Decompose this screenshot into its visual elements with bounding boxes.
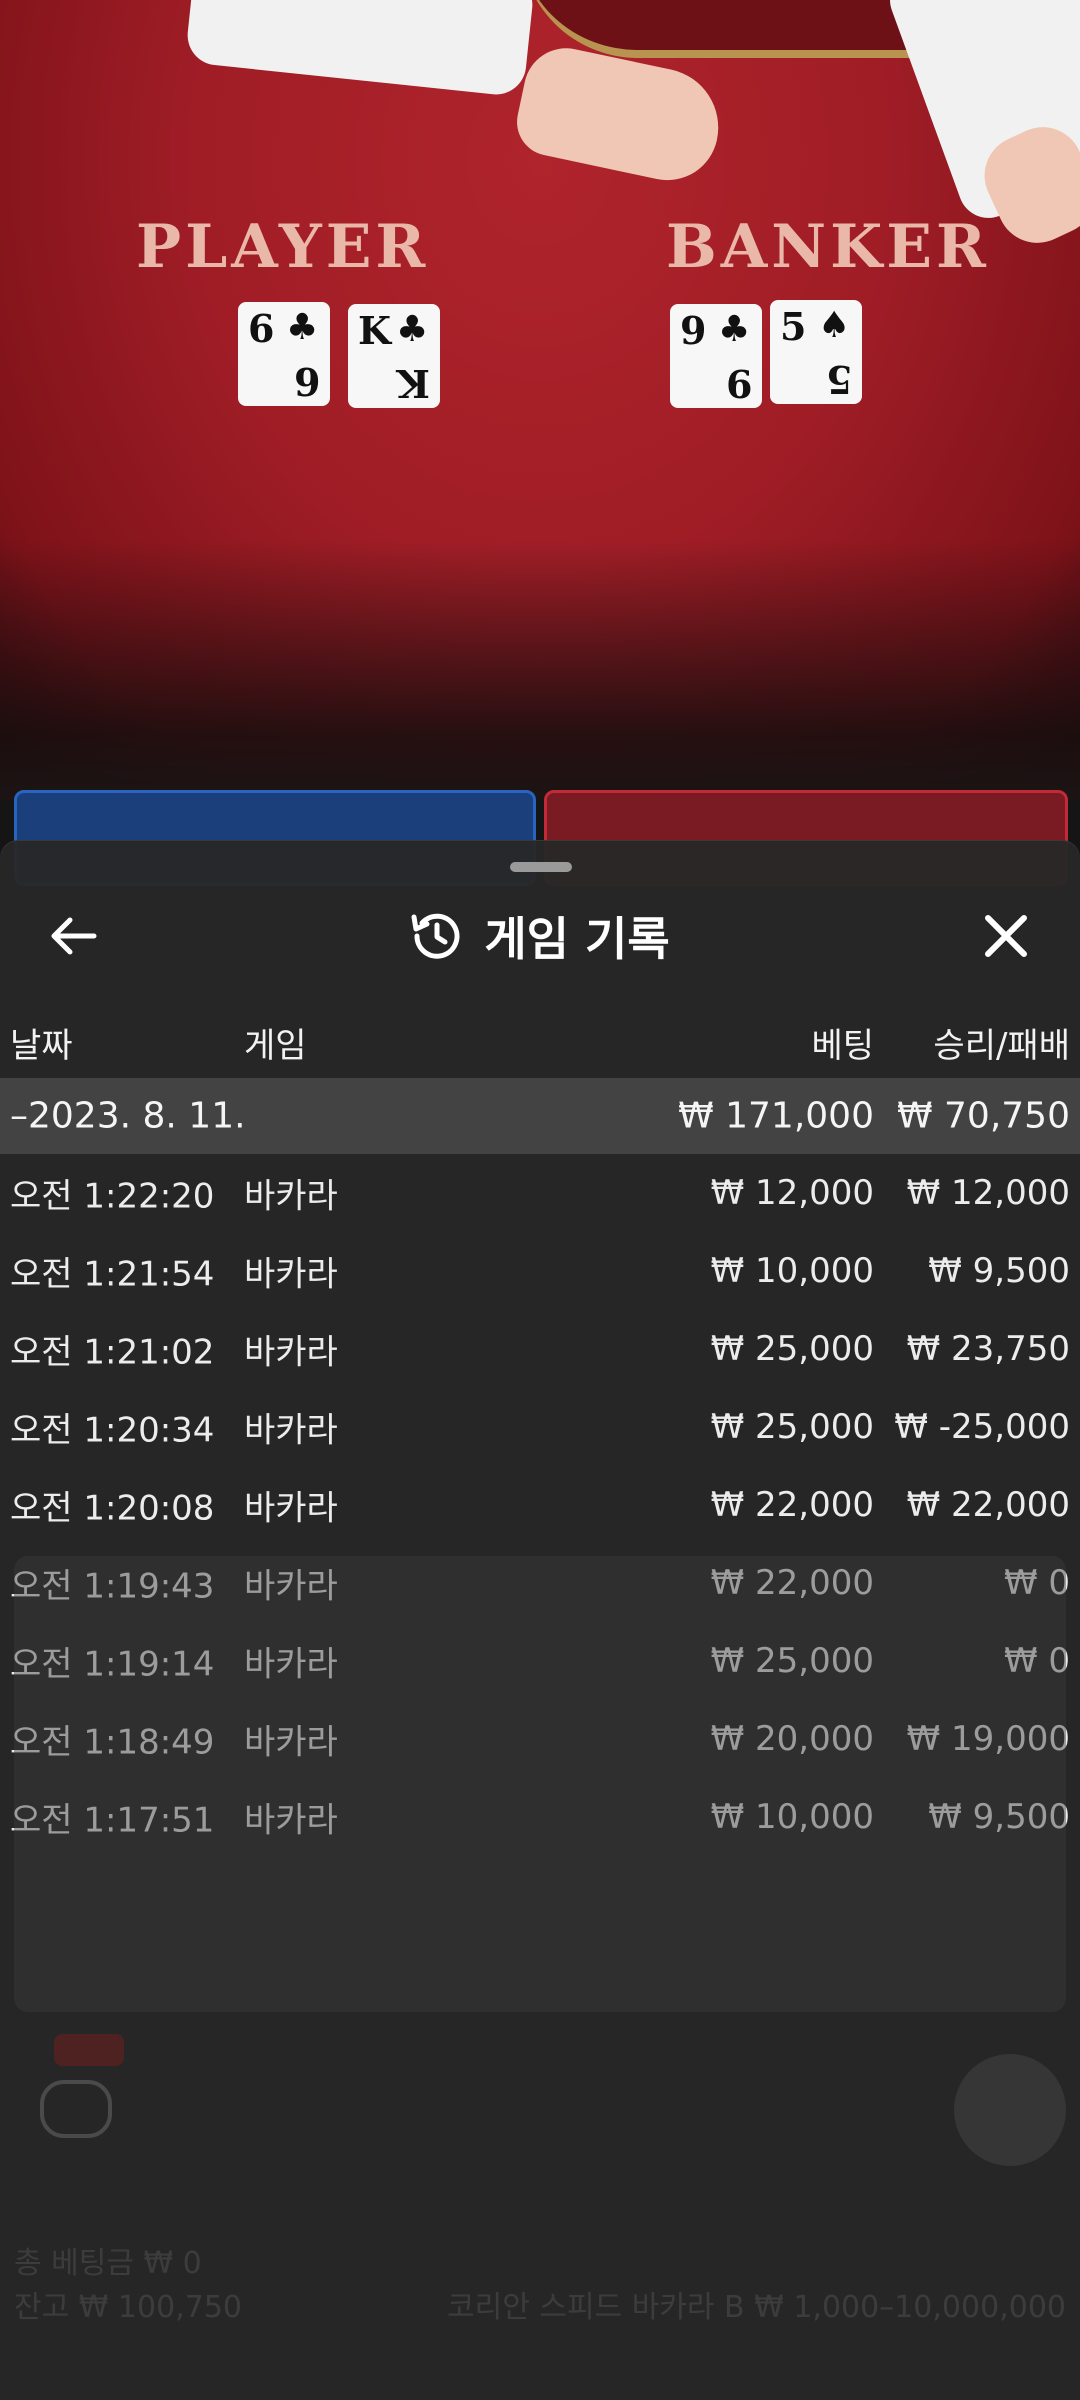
panel-title: 게임 기록 — [484, 912, 670, 966]
club-icon: ♣ — [718, 308, 751, 350]
video-fade — [0, 540, 1080, 800]
close-button[interactable] — [976, 906, 1036, 966]
player-card-1: 6 ♣ 6 — [238, 302, 330, 406]
column-date: 날짜 — [10, 1026, 73, 1066]
row-game: 바카라 — [244, 1176, 338, 1217]
row-bet: ₩ 10,000 — [710, 1251, 874, 1291]
road-board-backdrop — [14, 1556, 1066, 2012]
history-clock-icon — [411, 913, 460, 959]
panel-header: 게임 기록 — [0, 880, 1080, 990]
table-row[interactable]: 오전 1:20:08 바카라 ₩ 22,000 ₩ 22,000 — [0, 1466, 1080, 1544]
column-bet: 베팅 — [811, 1026, 874, 1066]
chat-icon — [40, 2080, 112, 2138]
card-rank: 6 — [248, 306, 275, 351]
row-bet: ₩ 22,000 — [710, 1485, 874, 1525]
card-rank: 9 — [680, 308, 707, 353]
row-game: 바카라 — [244, 1410, 338, 1451]
row-result: ₩ 12,000 — [906, 1173, 1070, 1213]
row-game: 바카라 — [244, 1254, 338, 1295]
card-rank: 5 — [825, 357, 852, 402]
column-game: 게임 — [244, 1026, 307, 1066]
row-result: ₩ 23,750 — [906, 1329, 1070, 1369]
screen: PLAYER BANKER 6 ♣ 6 K ♣ K 9 ♣ 9 5 ♠ 5 게임… — [0, 0, 1080, 2400]
table-row[interactable]: 오전 1:21:54 바카라 ₩ 10,000 ₩ 9,500 — [0, 1232, 1080, 1310]
player-card-2: K ♣ K — [348, 304, 440, 408]
panel-title-group: 게임 기록 — [0, 906, 1080, 966]
table-info-text: 코리안 스피드 바카라 B ₩ 1,000–10,000,000 — [447, 2290, 1066, 2325]
sheet-grabber-handle[interactable] — [510, 862, 572, 872]
live-video: PLAYER BANKER 6 ♣ 6 K ♣ K 9 ♣ 9 5 ♠ 5 — [0, 0, 1080, 800]
menu-icon — [954, 2054, 1066, 2166]
card-rank: 9 — [725, 361, 752, 406]
banker-card-1: 9 ♣ 9 — [670, 304, 762, 408]
row-result: ₩ -25,000 — [894, 1407, 1070, 1447]
row-time: 오전 1:21:54 — [10, 1254, 215, 1295]
card-rank: 6 — [293, 359, 320, 404]
row-game: 바카라 — [244, 1332, 338, 1373]
row-bet: ₩ 25,000 — [710, 1407, 874, 1447]
row-time: 오전 1:20:08 — [10, 1488, 215, 1529]
row-game: 바카라 — [244, 1488, 338, 1529]
club-icon: ♣ — [286, 306, 319, 348]
card-rank: K — [358, 308, 392, 353]
table-header: 날짜 게임 베팅 승리/패배 — [0, 1010, 1080, 1070]
table-row[interactable]: 오전 1:22:20 바카라 ₩ 12,000 ₩ 12,000 — [0, 1154, 1080, 1232]
card-rank: K — [396, 361, 430, 406]
spade-icon: ♠ — [818, 304, 851, 346]
row-bet: ₩ 12,000 — [710, 1173, 874, 1213]
felt-banker-label: BANKER — [666, 212, 990, 282]
club-icon: ♣ — [396, 308, 429, 350]
total-bet-text: 총 베팅금 ₩ 0 — [14, 2246, 202, 2281]
balance-text: 잔고 ₩ 100,750 — [14, 2290, 242, 2325]
day-total-bet: ₩ 171,000 — [678, 1095, 874, 1137]
day-total-result: ₩ 70,750 — [896, 1095, 1070, 1137]
row-result: ₩ 9,500 — [928, 1251, 1070, 1291]
day-date: –2023. 8. 11. — [10, 1095, 246, 1137]
dealer-arm-left — [184, 0, 536, 98]
banker-card-2: 5 ♠ 5 — [770, 300, 862, 404]
row-time: 오전 1:20:34 — [10, 1410, 215, 1451]
felt-player-label: PLAYER — [136, 212, 430, 282]
live-badge-backdrop — [54, 2034, 124, 2066]
row-time: 오전 1:22:20 — [10, 1176, 215, 1217]
table-row[interactable]: 오전 1:20:34 바카라 ₩ 25,000 ₩ -25,000 — [0, 1388, 1080, 1466]
card-rank: 5 — [780, 304, 807, 349]
row-result: ₩ 22,000 — [906, 1485, 1070, 1525]
column-result: 승리/패배 — [933, 1026, 1070, 1066]
table-row[interactable]: 오전 1:21:02 바카라 ₩ 25,000 ₩ 23,750 — [0, 1310, 1080, 1388]
dealer-hand-left — [510, 40, 730, 190]
day-summary-row[interactable]: –2023. 8. 11. ₩ 171,000 ₩ 70,750 — [0, 1078, 1080, 1154]
close-icon — [985, 915, 1027, 957]
row-bet: ₩ 25,000 — [710, 1329, 874, 1369]
row-time: 오전 1:21:02 — [10, 1332, 215, 1373]
